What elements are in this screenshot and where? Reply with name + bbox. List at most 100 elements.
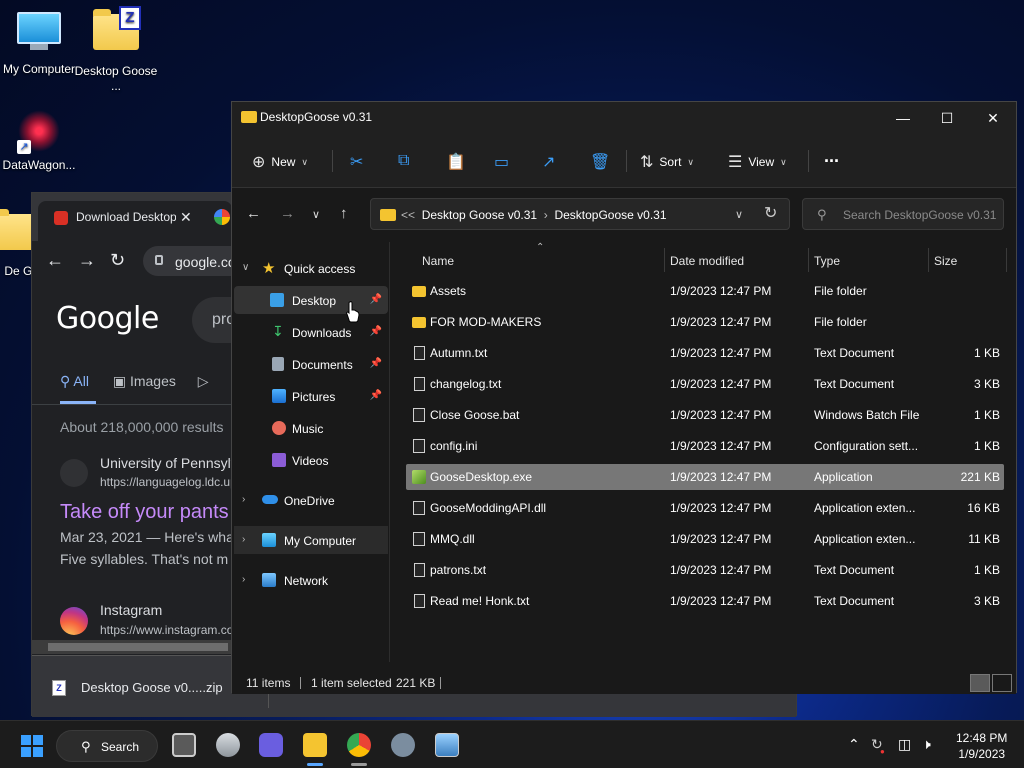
- file-row[interactable]: Close Goose.bat 1/9/2023 12:47 PM Windows …: [406, 402, 1004, 428]
- nav-item-music[interactable]: Music: [234, 414, 388, 442]
- file-name[interactable]: Assets: [430, 284, 466, 298]
- nav-item-quick-access[interactable]: ∨ ★ Quick access: [234, 254, 388, 282]
- rename-button[interactable]: ▭: [494, 152, 509, 172]
- breadcrumb-parent[interactable]: Desktop Goose v0.31: [422, 208, 537, 222]
- file-row[interactable]: GooseModdingAPI.dll 1/9/2023 12:47 PM Appl…: [406, 495, 1004, 521]
- column-size[interactable]: Size: [934, 254, 957, 268]
- column-divider[interactable]: [808, 248, 809, 272]
- tab-images[interactable]: Images: [130, 373, 176, 389]
- file-row[interactable]: patrons.txt 1/9/2023 12:47 PM Text Documen…: [406, 557, 1004, 583]
- address-bar[interactable]: << Desktop Goose v0.31 › DesktopGoose v0…: [370, 198, 790, 230]
- column-divider[interactable]: [1006, 248, 1007, 272]
- network-icon[interactable]: ◫: [898, 736, 911, 753]
- tab-all[interactable]: All: [73, 373, 89, 389]
- nav-item-desktop[interactable]: Desktop 📌: [234, 286, 388, 314]
- search-input[interactable]: ⚲ Search DesktopGoose v0.31: [802, 198, 1004, 230]
- desktop-icon-desktop-goose[interactable]: Z Desktop Goose ...: [74, 6, 158, 94]
- photos-icon[interactable]: [435, 733, 459, 757]
- minimize-button[interactable]: —: [880, 106, 926, 130]
- maximize-button[interactable]: ☐: [924, 106, 970, 130]
- chevron-down-icon[interactable]: ∨: [735, 208, 743, 221]
- download-item[interactable]: Desktop Goose v0.....zip: [81, 680, 223, 695]
- tray-overflow-chevron-icon[interactable]: ⌃: [848, 736, 860, 753]
- nav-item-documents[interactable]: Documents 📌: [234, 350, 388, 378]
- title-bar[interactable]: DesktopGoose v0.31 — ☐ ✕: [232, 102, 1016, 132]
- share-button[interactable]: ↗: [542, 152, 555, 172]
- delete-button[interactable]: 🗑: [590, 152, 610, 172]
- file-row[interactable]: GooseDesktop.exe 1/9/2023 12:47 PM Applica…: [406, 464, 1004, 490]
- result-url[interactable]: https://www.instagram.com: [100, 623, 243, 637]
- pin-icon[interactable]: 📌: [370, 294, 382, 305]
- pin-icon[interactable]: 📌: [370, 390, 382, 401]
- nav-item-my-computer[interactable]: › My Computer: [234, 526, 388, 554]
- file-name[interactable]: Close Goose.bat: [430, 408, 519, 422]
- reload-icon[interactable]: ↻: [110, 250, 125, 271]
- file-name[interactable]: patrons.txt: [430, 563, 486, 577]
- file-row[interactable]: config.ini 1/9/2023 12:47 PM Configuration…: [406, 433, 1004, 459]
- file-row[interactable]: Autumn.txt 1/9/2023 12:47 PM Text Document…: [406, 340, 1004, 366]
- file-name[interactable]: config.ini: [430, 439, 477, 453]
- google-favicon-icon[interactable]: [214, 209, 230, 225]
- chevron-right-icon[interactable]: ›: [242, 494, 245, 505]
- chevron-down-icon[interactable]: ∨: [312, 208, 320, 221]
- back-arrow-icon[interactable]: ←: [46, 250, 64, 271]
- chrome-icon[interactable]: [347, 733, 371, 757]
- close-tab-icon[interactable]: ✕: [180, 209, 192, 226]
- file-name[interactable]: changelog.txt: [430, 377, 501, 391]
- nav-item-onedrive[interactable]: › OneDrive: [234, 486, 388, 514]
- chrome-tab-label[interactable]: Download Desktop Goose: [76, 210, 176, 224]
- tiles-view-icon[interactable]: [992, 674, 1012, 692]
- widgets-icon[interactable]: [216, 733, 240, 757]
- taskbar-search[interactable]: ⚲ Search: [56, 730, 158, 762]
- column-date[interactable]: Date modified: [670, 254, 744, 268]
- nav-item-network[interactable]: › Network: [234, 566, 388, 594]
- desktop-icon-my-computer[interactable]: My Computer: [0, 8, 81, 77]
- file-row[interactable]: Read me! Honk.txt 1/9/2023 12:47 PM Text D…: [406, 588, 1004, 614]
- volume-icon[interactable]: 🕨: [922, 736, 931, 753]
- file-explorer-icon[interactable]: [303, 733, 327, 757]
- file-name[interactable]: GooseModdingAPI.dll: [430, 501, 546, 515]
- result-site[interactable]: Instagram: [100, 602, 162, 618]
- pin-icon[interactable]: 📌: [370, 326, 382, 337]
- cut-button[interactable]: ✂: [350, 152, 363, 172]
- teams-chat-icon[interactable]: [259, 733, 283, 757]
- chevron-right-icon[interactable]: ›: [242, 534, 245, 545]
- nav-item-pictures[interactable]: Pictures 📌: [234, 382, 388, 410]
- close-button[interactable]: ✕: [970, 106, 1016, 130]
- new-button[interactable]: ⊕ New ∨: [252, 152, 308, 172]
- nav-item-videos[interactable]: Videos: [234, 446, 388, 474]
- sort-button[interactable]: ⇅ Sort ∨: [640, 152, 694, 172]
- paste-button[interactable]: 📋: [446, 152, 466, 172]
- back-arrow-icon[interactable]: ←: [246, 205, 261, 222]
- chevron-right-icon[interactable]: ›: [242, 574, 245, 585]
- view-button[interactable]: ☰ View ∨: [728, 152, 787, 172]
- file-row[interactable]: Assets 1/9/2023 12:47 PM File folder: [406, 278, 1004, 304]
- file-explorer-window[interactable]: DesktopGoose v0.31 — ☐ ✕ ⊕ New ∨ ✂ ⧉ 📋 ▭…: [231, 101, 1017, 764]
- task-view-icon[interactable]: [172, 733, 196, 757]
- column-divider[interactable]: [928, 248, 929, 272]
- breadcrumb[interactable]: << Desktop Goose v0.31 › DesktopGoose v0…: [401, 208, 667, 222]
- desktop-icon-datawagon[interactable]: ↗ DataWagon...: [0, 108, 81, 173]
- file-row[interactable]: FOR MOD-MAKERS 1/9/2023 12:47 PM File fold…: [406, 309, 1004, 335]
- clock[interactable]: 12:48 PM 1/9/2023: [956, 730, 1007, 762]
- file-name[interactable]: MMQ.dll: [430, 532, 475, 546]
- details-view-icon[interactable]: [970, 674, 990, 692]
- nav-item-downloads[interactable]: ↧ Downloads 📌: [234, 318, 388, 346]
- chevron-down-icon[interactable]: ∨: [242, 262, 249, 273]
- file-name[interactable]: Autumn.txt: [430, 346, 487, 360]
- column-type[interactable]: Type: [814, 254, 840, 268]
- chrome-scrollbar[interactable]: [32, 640, 232, 654]
- refresh-icon[interactable]: ↻: [764, 203, 777, 223]
- file-row[interactable]: MMQ.dll 1/9/2023 12:47 PM Application exte…: [406, 526, 1004, 552]
- copy-button[interactable]: ⧉: [398, 152, 409, 170]
- breadcrumb-current[interactable]: DesktopGoose v0.31: [554, 208, 666, 222]
- column-divider[interactable]: [664, 248, 665, 272]
- up-arrow-icon[interactable]: ↑: [340, 205, 348, 222]
- file-name[interactable]: Read me! Honk.txt: [430, 594, 529, 608]
- file-name[interactable]: GooseDesktop.exe: [430, 470, 532, 484]
- settings-gear-icon[interactable]: [391, 733, 415, 757]
- pin-icon[interactable]: 📌: [370, 358, 382, 369]
- file-row[interactable]: changelog.txt 1/9/2023 12:47 PM Text Docum…: [406, 371, 1004, 397]
- windows-start-icon[interactable]: [21, 735, 43, 757]
- forward-arrow-icon[interactable]: →: [280, 205, 295, 222]
